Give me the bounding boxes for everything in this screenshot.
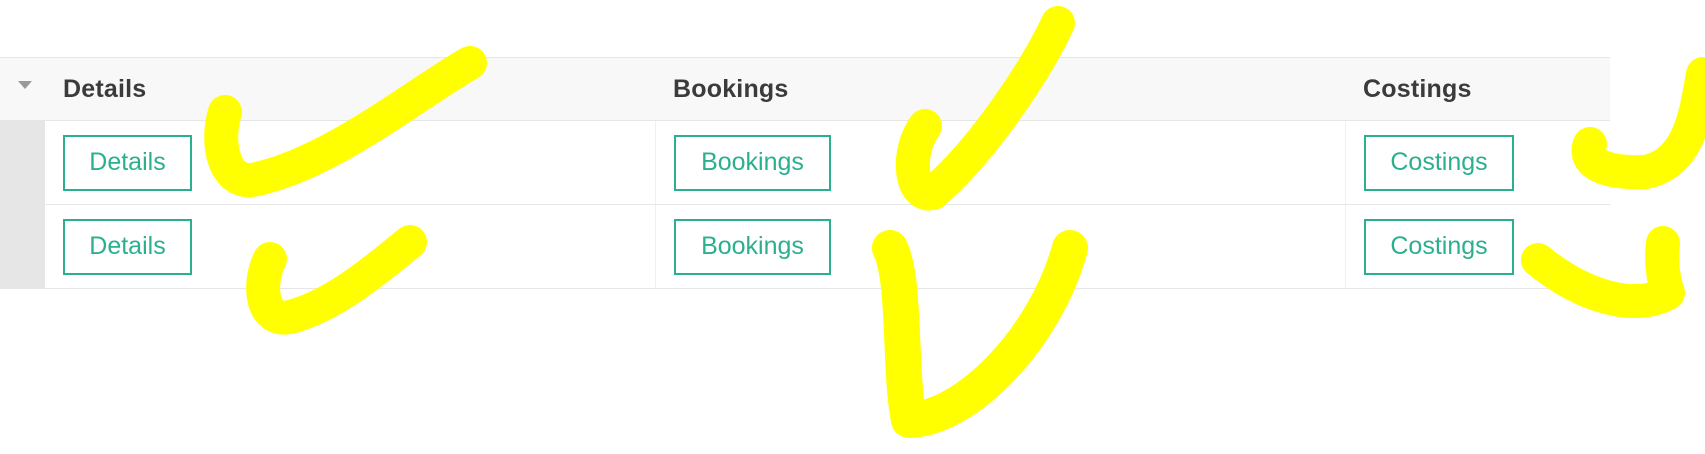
row-selector[interactable] bbox=[0, 121, 45, 204]
table-row: Details Bookings Costings bbox=[0, 121, 1610, 205]
row-selector[interactable] bbox=[0, 205, 45, 288]
column-header-label: Bookings bbox=[673, 74, 789, 103]
details-button[interactable]: Details bbox=[63, 134, 192, 191]
bookings-button[interactable]: Bookings bbox=[674, 218, 831, 275]
column-header-label: Details bbox=[63, 74, 147, 103]
bookings-cell: Bookings bbox=[655, 121, 1345, 204]
column-header-details: Details bbox=[45, 58, 655, 120]
column-header-label: Costings bbox=[1363, 74, 1472, 103]
costings-button[interactable]: Costings bbox=[1364, 218, 1514, 275]
row-selector-header bbox=[0, 58, 45, 120]
details-button[interactable]: Details bbox=[63, 218, 192, 275]
bookings-cell: Bookings bbox=[655, 205, 1345, 288]
details-cell: Details bbox=[45, 205, 655, 288]
data-table: Details Bookings Costings Details Bookin… bbox=[0, 57, 1610, 289]
column-header-bookings: Bookings bbox=[655, 58, 1345, 120]
costings-button[interactable]: Costings bbox=[1364, 134, 1514, 191]
details-cell: Details bbox=[45, 121, 655, 204]
page: Details Bookings Costings Details Bookin… bbox=[0, 0, 1705, 454]
dropdown-triangle-icon[interactable] bbox=[18, 81, 32, 89]
table-row: Details Bookings Costings bbox=[0, 205, 1610, 289]
bookings-button[interactable]: Bookings bbox=[674, 134, 831, 191]
column-header-costings: Costings bbox=[1345, 58, 1610, 120]
costings-cell: Costings bbox=[1345, 205, 1610, 288]
table-header-row: Details Bookings Costings bbox=[0, 58, 1610, 121]
costings-cell: Costings bbox=[1345, 121, 1610, 204]
